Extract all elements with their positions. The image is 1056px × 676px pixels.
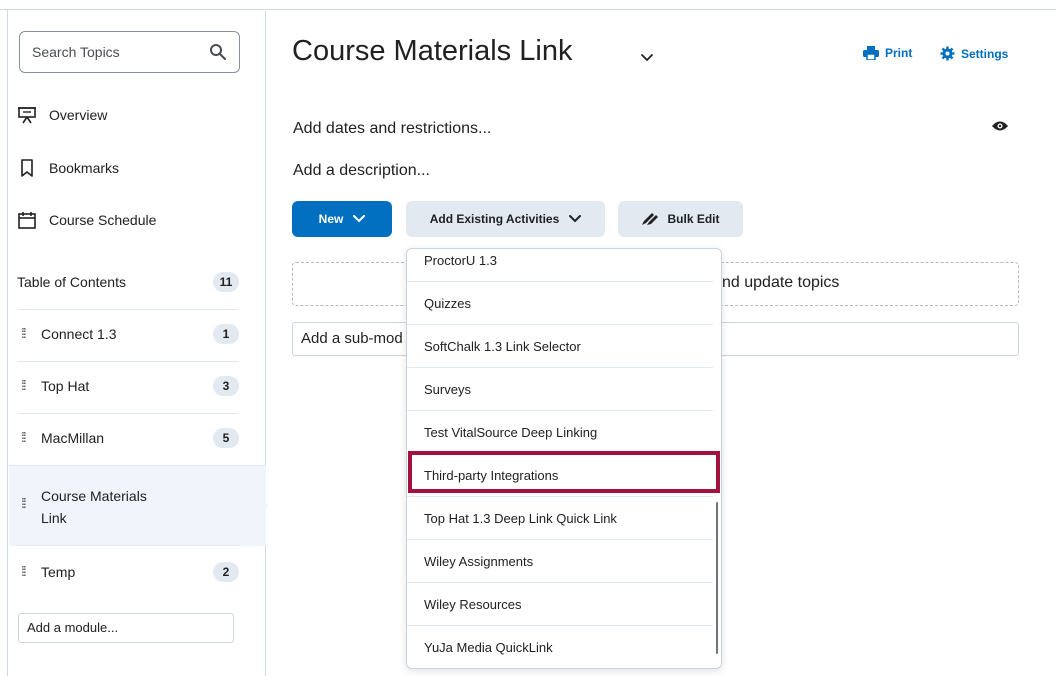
active-module-pointer xyxy=(256,492,268,520)
menu-item[interactable]: Top Hat 1.3 Deep Link Quick Link xyxy=(407,497,713,540)
bulk-edit-label: Bulk Edit xyxy=(667,212,720,226)
search-icon[interactable] xyxy=(209,43,227,61)
nav-course-schedule[interactable]: Course Schedule xyxy=(17,210,156,230)
pencils-icon xyxy=(642,213,659,225)
menu-item[interactable]: YuJa Media QuickLink xyxy=(407,626,713,668)
module-label: Connect 1.3 xyxy=(41,326,117,342)
drop-zone-text: nd update topics xyxy=(722,274,840,291)
nav-overview[interactable]: Overview xyxy=(17,105,107,125)
drag-handle-icon[interactable]: ⁞⁞ xyxy=(21,563,29,579)
toc-count-badge: 11 xyxy=(213,272,239,292)
add-module-input[interactable]: Add a module... xyxy=(18,613,234,643)
add-description-link[interactable]: Add a description... xyxy=(293,162,430,180)
nav-bookmarks-label: Bookmarks xyxy=(49,160,120,176)
module-label: Temp xyxy=(41,564,76,580)
module-course-materials-link[interactable]: ⁞⁞ Course Materials Link xyxy=(9,465,266,546)
chevron-down-icon xyxy=(353,215,366,223)
module-count-badge: 2 xyxy=(213,562,239,582)
highlight-annotation xyxy=(408,451,720,493)
menu-item[interactable]: SoftChalk 1.3 Link Selector xyxy=(407,325,713,368)
nav-course-schedule-label: Course Schedule xyxy=(49,212,157,228)
add-existing-activities-label: Add Existing Activities xyxy=(429,212,560,226)
chevron-down-icon[interactable] xyxy=(640,52,654,62)
print-button[interactable]: Print xyxy=(863,46,912,60)
presentation-board-icon xyxy=(18,107,36,124)
add-existing-activities-button[interactable]: Add Existing Activities xyxy=(406,201,605,237)
menu-item[interactable]: Test VitalSource Deep Linking xyxy=(407,411,713,454)
sidebar: Search Topics Overview Bookmarks Course … xyxy=(9,11,266,676)
module-count-badge: 5 xyxy=(213,428,239,448)
search-placeholder: Search Topics xyxy=(32,44,120,60)
settings-label: Settings xyxy=(961,46,1009,61)
drag-handle-icon[interactable]: ⁞⁞ xyxy=(21,495,29,511)
settings-button[interactable]: Settings xyxy=(940,46,1008,61)
printer-icon xyxy=(863,46,879,60)
menu-item[interactable]: Surveys xyxy=(407,368,713,411)
module-label-line2: Link xyxy=(41,510,67,526)
module-temp[interactable]: ⁞⁞ Temp 2 xyxy=(17,545,239,598)
menu-item[interactable]: Wiley Assignments xyxy=(407,540,713,583)
gear-icon xyxy=(940,46,955,61)
module-macmillan[interactable]: ⁞⁞ MacMillan 5 xyxy=(17,413,239,466)
drag-handle-icon[interactable]: ⁞⁞ xyxy=(21,325,29,341)
menu-item[interactable]: Wiley Resources xyxy=(407,583,713,626)
search-input[interactable]: Search Topics xyxy=(19,31,240,73)
drag-handle-icon[interactable]: ⁞⁞ xyxy=(21,429,29,445)
new-button[interactable]: New xyxy=(292,201,392,237)
menu-item[interactable]: ProctorU 1.3 xyxy=(407,249,713,282)
table-of-contents-header[interactable]: Table of Contents 11 xyxy=(17,272,239,292)
chevron-down-icon xyxy=(569,215,582,223)
page-title: Course Materials Link xyxy=(292,35,573,67)
calendar-icon xyxy=(18,212,36,229)
nav-overview-label: Overview xyxy=(49,107,108,123)
add-dates-restrictions-link[interactable]: Add dates and restrictions... xyxy=(293,120,491,138)
drag-handle-icon[interactable]: ⁞⁞ xyxy=(21,377,29,393)
window-left-border xyxy=(0,10,8,676)
window-top-border xyxy=(0,0,1056,10)
module-label: Top Hat xyxy=(41,378,90,394)
toc-label: Table of Contents xyxy=(17,274,126,290)
print-label: Print xyxy=(885,46,913,60)
module-top-hat[interactable]: ⁞⁞ Top Hat 3 xyxy=(17,361,239,414)
bookmark-icon xyxy=(21,159,33,177)
nav-bookmarks[interactable]: Bookmarks xyxy=(17,158,119,178)
module-count-badge: 3 xyxy=(213,376,239,396)
eye-icon[interactable] xyxy=(992,120,1008,132)
module-label: MacMillan xyxy=(41,430,105,446)
new-button-label: New xyxy=(318,212,344,226)
module-label: Course Materials Link xyxy=(41,485,147,529)
module-connect[interactable]: ⁞⁞ Connect 1.3 1 xyxy=(17,309,239,362)
module-count-badge: 1 xyxy=(213,324,239,344)
menu-scrollbar[interactable] xyxy=(716,502,718,654)
module-label-line1: Course Materials xyxy=(41,488,147,504)
bulk-edit-button[interactable]: Bulk Edit xyxy=(618,201,743,237)
menu-item[interactable]: Quizzes xyxy=(407,282,713,325)
